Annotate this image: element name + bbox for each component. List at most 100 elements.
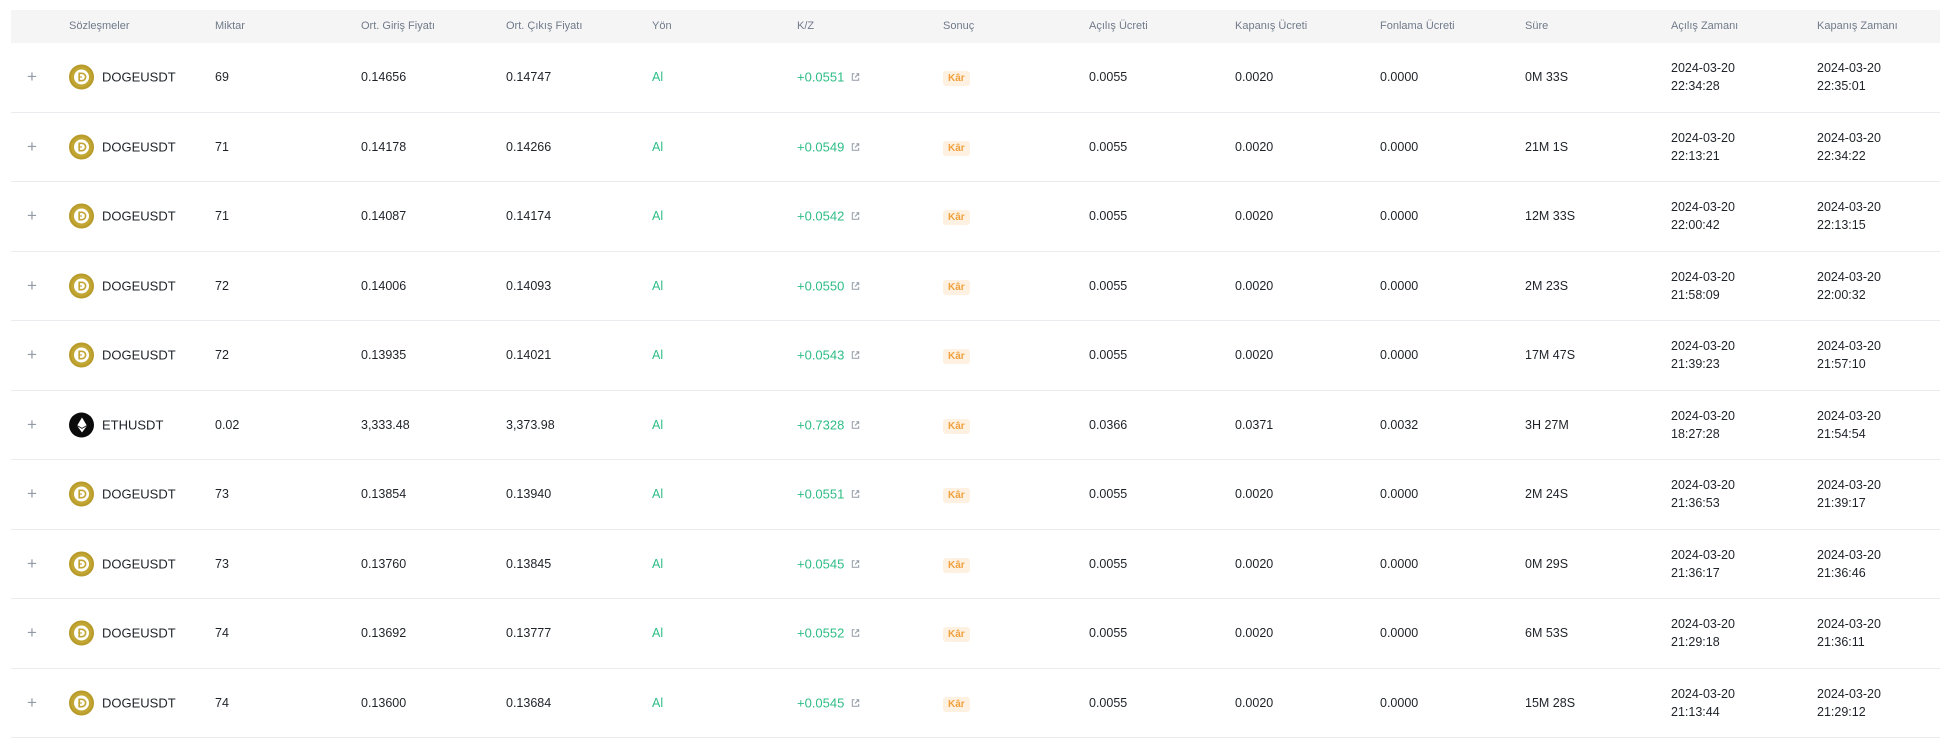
open-date: 2024-03-20 bbox=[1671, 617, 1735, 632]
external-link-icon[interactable] bbox=[850, 72, 861, 83]
duration-cell: 15M 28S bbox=[1525, 695, 1576, 710]
result-badge: Kâr bbox=[943, 210, 970, 226]
avg-exit-cell: 0.14747 bbox=[506, 70, 552, 85]
expand-row-button[interactable]: + bbox=[27, 137, 37, 157]
header-result: Sonuç bbox=[943, 20, 975, 32]
header-open-fee: Açılış Ücreti bbox=[1089, 20, 1148, 32]
expand-row-button[interactable]: + bbox=[27, 67, 37, 87]
result-badge: Kâr bbox=[943, 627, 970, 643]
table-row: + DOGEUSDT 73 0.13760 0.13845 Al +0.0545… bbox=[11, 530, 1940, 599]
expand-row-button[interactable]: + bbox=[27, 415, 37, 435]
close-time-cell: 2024-03-20 22:13:15 bbox=[1817, 198, 1881, 234]
expand-row-button[interactable]: + bbox=[27, 693, 37, 713]
close-date: 2024-03-20 bbox=[1817, 130, 1881, 145]
amount-cell: 71 bbox=[215, 139, 229, 154]
doge-coin-icon bbox=[69, 342, 94, 368]
expand-row-button[interactable]: + bbox=[27, 206, 37, 226]
doge-coin-icon bbox=[69, 203, 94, 229]
avg-exit-cell: 0.14021 bbox=[506, 348, 552, 363]
expand-row-button[interactable]: + bbox=[27, 623, 37, 643]
contract-cell: ETHUSDT bbox=[69, 412, 163, 438]
close-clock: 22:00:32 bbox=[1817, 287, 1866, 302]
close-fee-cell: 0.0020 bbox=[1235, 695, 1274, 710]
header-close-fee: Kapanış Ücreti bbox=[1235, 20, 1308, 32]
external-link-icon[interactable] bbox=[850, 280, 861, 291]
avg-entry-cell: 0.14656 bbox=[361, 70, 407, 85]
table-row: + DOGEUSDT 69 0.14656 0.14747 Al +0.0551… bbox=[11, 43, 1940, 113]
direction-cell: Al bbox=[652, 417, 664, 432]
header-funding-fee: Fonlama Ücreti bbox=[1380, 20, 1455, 32]
result-cell: Kâr bbox=[943, 418, 970, 434]
table-row: + DOGEUSDT 71 0.14087 0.14174 Al +0.0542… bbox=[11, 182, 1940, 252]
close-clock: 21:29:12 bbox=[1817, 704, 1866, 719]
contract-symbol: DOGEUSDT bbox=[102, 625, 176, 641]
direction-cell: Al bbox=[652, 278, 664, 293]
avg-exit-cell: 0.14093 bbox=[506, 278, 552, 293]
external-link-icon[interactable] bbox=[850, 419, 861, 430]
result-badge: Kâr bbox=[943, 696, 970, 712]
contract-cell: DOGEUSDT bbox=[69, 273, 176, 299]
result-cell: Kâr bbox=[943, 557, 970, 573]
close-fee-cell: 0.0020 bbox=[1235, 348, 1274, 363]
pnl-value: +0.0545 bbox=[797, 695, 845, 711]
contract-cell: DOGEUSDT bbox=[69, 481, 176, 507]
external-link-icon[interactable] bbox=[850, 558, 861, 569]
doge-coin-icon bbox=[69, 64, 94, 90]
doge-coin-icon bbox=[69, 620, 94, 646]
open-fee-cell: 0.0055 bbox=[1089, 278, 1128, 293]
duration-cell: 6M 53S bbox=[1525, 626, 1569, 641]
pnl-cell: +0.7328 bbox=[797, 417, 861, 432]
header-duration: Süre bbox=[1525, 20, 1549, 32]
open-fee-cell: 0.0055 bbox=[1089, 139, 1128, 154]
table-row: + DOGEUSDT 73 0.13854 0.13940 Al +0.0551… bbox=[11, 460, 1940, 530]
open-fee-cell: 0.0055 bbox=[1089, 695, 1128, 710]
open-date: 2024-03-20 bbox=[1671, 200, 1735, 215]
open-date: 2024-03-20 bbox=[1671, 269, 1735, 284]
open-clock: 21:58:09 bbox=[1671, 287, 1720, 302]
close-date: 2024-03-20 bbox=[1817, 200, 1881, 215]
funding-fee-cell: 0.0000 bbox=[1380, 695, 1419, 710]
external-link-icon[interactable] bbox=[850, 211, 861, 222]
contract-symbol: DOGEUSDT bbox=[102, 486, 176, 502]
open-clock: 21:13:44 bbox=[1671, 704, 1720, 719]
close-clock: 22:13:15 bbox=[1817, 218, 1866, 233]
expand-row-button[interactable]: + bbox=[27, 484, 37, 504]
result-badge: Kâr bbox=[943, 279, 970, 295]
avg-exit-cell: 0.13845 bbox=[506, 556, 552, 571]
doge-coin-icon bbox=[69, 551, 94, 577]
pnl-value: +0.0552 bbox=[797, 625, 845, 641]
external-link-icon[interactable] bbox=[850, 141, 861, 152]
expand-row-button[interactable]: + bbox=[27, 276, 37, 296]
open-time-cell: 2024-03-20 21:36:53 bbox=[1671, 476, 1735, 512]
open-time-cell: 2024-03-20 21:36:17 bbox=[1671, 546, 1735, 582]
doge-coin-icon bbox=[69, 273, 94, 299]
external-link-icon[interactable] bbox=[850, 489, 861, 500]
close-date: 2024-03-20 bbox=[1817, 478, 1881, 493]
direction-cell: Al bbox=[652, 139, 664, 154]
close-time-cell: 2024-03-20 21:36:46 bbox=[1817, 546, 1881, 582]
avg-entry-cell: 0.13935 bbox=[361, 348, 407, 363]
result-badge: Kâr bbox=[943, 349, 970, 365]
close-fee-cell: 0.0020 bbox=[1235, 70, 1274, 85]
expand-row-button[interactable]: + bbox=[27, 554, 37, 574]
close-date: 2024-03-20 bbox=[1817, 61, 1881, 76]
open-date: 2024-03-20 bbox=[1671, 61, 1735, 76]
open-time-cell: 2024-03-20 21:58:09 bbox=[1671, 268, 1735, 304]
external-link-icon[interactable] bbox=[850, 350, 861, 361]
open-time-cell: 2024-03-20 21:39:23 bbox=[1671, 337, 1735, 373]
open-date: 2024-03-20 bbox=[1671, 547, 1735, 562]
close-date: 2024-03-20 bbox=[1817, 686, 1881, 701]
avg-entry-cell: 0.14178 bbox=[361, 139, 407, 154]
external-link-icon[interactable] bbox=[850, 628, 861, 639]
close-fee-cell: 0.0020 bbox=[1235, 487, 1274, 502]
close-fee-cell: 0.0020 bbox=[1235, 209, 1274, 224]
result-cell: Kâr bbox=[943, 626, 970, 643]
close-time-cell: 2024-03-20 22:34:22 bbox=[1817, 129, 1881, 165]
open-time-cell: 2024-03-20 22:00:42 bbox=[1671, 198, 1735, 234]
direction-cell: Al bbox=[652, 348, 664, 363]
external-link-icon[interactable] bbox=[850, 697, 861, 708]
amount-cell: 73 bbox=[215, 487, 229, 502]
open-fee-cell: 0.0055 bbox=[1089, 626, 1128, 641]
avg-exit-cell: 0.13940 bbox=[506, 487, 552, 502]
expand-row-button[interactable]: + bbox=[27, 345, 37, 365]
